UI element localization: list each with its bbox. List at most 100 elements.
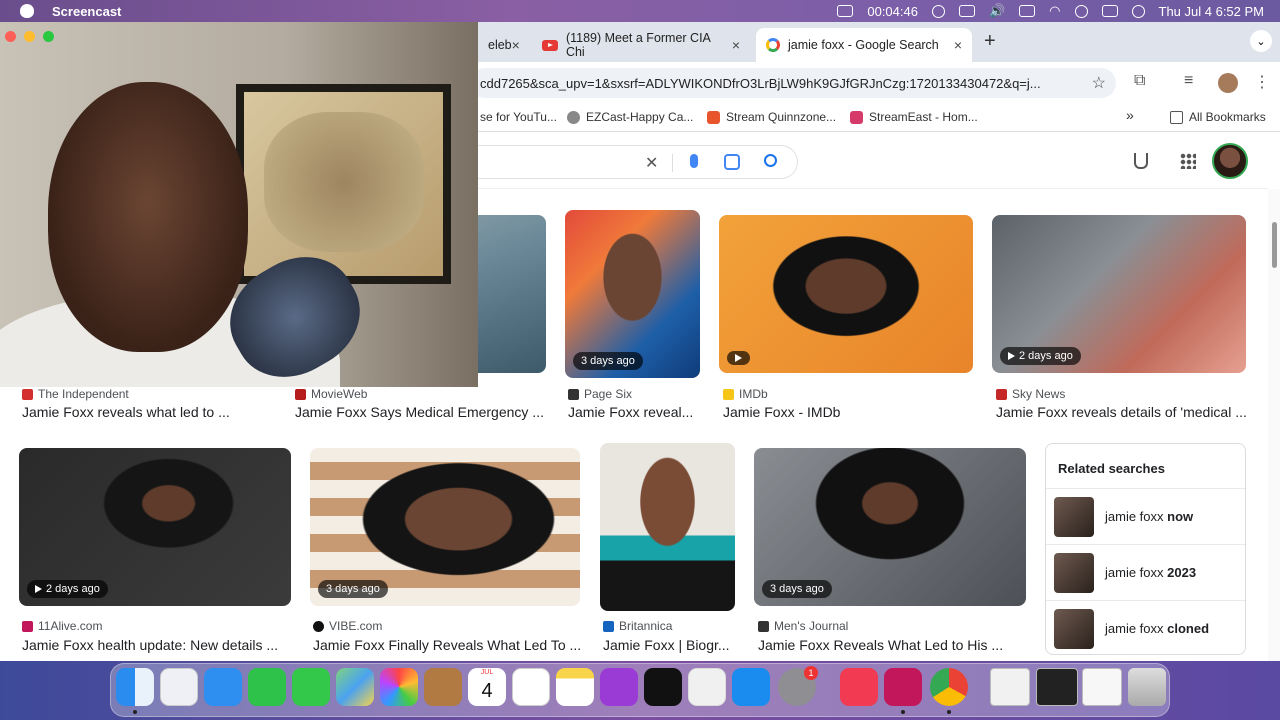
tab-label: (1189) Meet a Former CIA Chi	[565, 31, 711, 59]
related-search-item[interactable]: jamie foxx cloned	[1046, 600, 1245, 656]
result-title[interactable]: Jamie Foxx Finally Reveals What Led To .…	[313, 637, 581, 653]
more-menu-icon[interactable]: ⋮	[1254, 72, 1270, 92]
volume-icon[interactable]: 🔊	[989, 3, 1005, 19]
wifi-icon[interactable]: ◠	[1049, 3, 1060, 19]
result-image[interactable]: 2 days ago	[19, 448, 291, 606]
close-icon[interactable]: ×	[512, 37, 520, 53]
mail-icon[interactable]	[204, 668, 242, 706]
close-icon[interactable]: ×	[732, 37, 740, 53]
microphone-icon[interactable]	[690, 154, 698, 168]
apple-icon[interactable]	[20, 4, 34, 18]
all-bookmarks[interactable]: All Bookmarks	[1170, 110, 1266, 124]
calendar-icon[interactable]: JUL 4	[468, 668, 506, 706]
result-image[interactable]: 3 days ago	[310, 448, 580, 606]
related-search-label: jamie foxx cloned	[1105, 621, 1209, 636]
search-icon[interactable]	[764, 154, 777, 167]
display-icon[interactable]	[958, 5, 975, 17]
labs-flask-icon[interactable]	[1134, 153, 1148, 169]
launchpad-icon[interactable]	[160, 668, 198, 706]
result-title[interactable]: Jamie Foxx Says Medical Emergency ...	[295, 404, 544, 420]
result-image[interactable]: 2 days ago	[992, 215, 1246, 373]
bookmark-item[interactable]: Stream Quinnzone...	[707, 110, 836, 124]
tab-search-button[interactable]: ⌄	[1250, 30, 1272, 52]
photos-icon[interactable]	[380, 668, 418, 706]
facetime-icon[interactable]	[248, 668, 286, 706]
scrollbar-thumb[interactable]	[1272, 222, 1277, 268]
result-source[interactable]: MovieWeb	[295, 387, 367, 401]
active-app-name[interactable]: Screencast	[52, 4, 121, 19]
result-source[interactable]: Britannica	[603, 619, 672, 633]
all-bookmarks-label: All Bookmarks	[1189, 110, 1266, 124]
account-avatar[interactable]	[1212, 143, 1248, 179]
result-title[interactable]: Jamie Foxx reveals what led to ...	[22, 404, 230, 420]
address-bar[interactable]: cdd7265&sca_upv=1&sxsrf=ADLYWIKONDfrO3Lr…	[470, 68, 1116, 98]
tab-google-search[interactable]: jamie foxx - Google Search ×	[756, 28, 972, 62]
screencast-icon[interactable]	[837, 5, 854, 17]
result-image[interactable]	[719, 215, 973, 373]
result-source[interactable]: VIBE.com	[313, 619, 382, 633]
screencast-app-icon[interactable]	[884, 668, 922, 706]
siri-icon[interactable]	[1131, 4, 1145, 18]
result-title[interactable]: Jamie Foxx - IMDb	[723, 404, 840, 420]
spotlight-icon[interactable]	[1074, 4, 1088, 18]
bookmarks-overflow-icon[interactable]: »	[1126, 107, 1134, 123]
control-center-icon[interactable]	[1101, 5, 1118, 17]
result-source[interactable]: Page Six	[568, 387, 632, 401]
result-title[interactable]: Jamie Foxx health update: New details ..…	[22, 637, 278, 653]
related-search-item[interactable]: jamie foxx 2023	[1046, 544, 1245, 600]
profile-avatar[interactable]	[1218, 73, 1238, 93]
result-source[interactable]: Sky News	[996, 387, 1065, 401]
webcam-overlay[interactable]	[0, 22, 478, 387]
result-title[interactable]: Jamie Foxx Reveals What Led to His ...	[758, 637, 1003, 653]
result-title[interactable]: Jamie Foxx reveals details of 'medical .…	[996, 404, 1247, 420]
result-image[interactable]: 3 days ago	[565, 210, 700, 378]
search-box[interactable]: ✕	[440, 145, 798, 179]
menubar-clock[interactable]: Thu Jul 4 6:52 PM	[1159, 4, 1265, 19]
result-source[interactable]: Men's Journal	[758, 619, 848, 633]
play-icon[interactable]	[931, 4, 945, 18]
new-tab-button[interactable]: +	[984, 30, 996, 53]
chrome-icon[interactable]	[930, 668, 968, 706]
result-source[interactable]: The Independent	[22, 387, 129, 401]
result-source[interactable]: IMDb	[723, 387, 768, 401]
result-image[interactable]: 3 days ago	[754, 448, 1026, 606]
music-icon[interactable]	[840, 668, 878, 706]
extensions-icon[interactable]: ⧉	[1134, 72, 1145, 90]
recent-window-thumbnail[interactable]	[1082, 668, 1122, 706]
contacts-icon[interactable]	[424, 668, 462, 706]
news-icon[interactable]	[688, 668, 726, 706]
notes-icon[interactable]	[556, 668, 594, 706]
window-close-button[interactable]	[5, 31, 16, 42]
window-minimize-button[interactable]	[24, 31, 35, 42]
result-image[interactable]	[600, 443, 735, 611]
podcasts-icon[interactable]	[600, 668, 638, 706]
clear-search-icon[interactable]: ✕	[645, 153, 658, 173]
reminders-icon[interactable]	[512, 668, 550, 706]
result-title[interactable]: Jamie Foxx | Biogr...	[603, 637, 730, 653]
tab-celeb[interactable]: eleb ×	[478, 28, 528, 62]
bookmark-item[interactable]: StreamEast - Hom...	[850, 110, 978, 124]
apple-tv-icon[interactable]	[644, 668, 682, 706]
recent-window-thumbnail[interactable]	[990, 668, 1030, 706]
trash-icon[interactable]	[1128, 668, 1166, 706]
recent-window-thumbnail[interactable]	[1036, 668, 1078, 706]
related-search-item[interactable]: jamie foxx now	[1046, 488, 1245, 544]
result-source[interactable]: 11Alive.com	[22, 619, 102, 633]
battery-icon[interactable]	[1019, 5, 1036, 17]
related-thumbnail	[1054, 496, 1094, 537]
google-apps-icon[interactable]	[1180, 153, 1196, 169]
result-title[interactable]: Jamie Foxx reveal...	[568, 404, 693, 420]
bookmark-item[interactable]: EZCast-Happy Ca...	[567, 110, 693, 124]
reading-list-icon[interactable]: ≡	[1184, 72, 1193, 90]
bookmark-item[interactable]: se for YouTu...	[480, 110, 557, 124]
window-zoom-button[interactable]	[43, 31, 54, 42]
finder-icon[interactable]	[116, 668, 154, 706]
app-store-icon[interactable]	[732, 668, 770, 706]
related-bold: cloned	[1167, 621, 1210, 636]
bookmark-star-icon[interactable]: ☆	[1092, 73, 1106, 93]
close-icon[interactable]: ×	[954, 37, 962, 53]
google-lens-icon[interactable]	[724, 154, 740, 170]
messages-icon[interactable]	[292, 668, 330, 706]
tab-youtube[interactable]: (1189) Meet a Former CIA Chi ×	[532, 28, 750, 62]
maps-icon[interactable]	[336, 668, 374, 706]
